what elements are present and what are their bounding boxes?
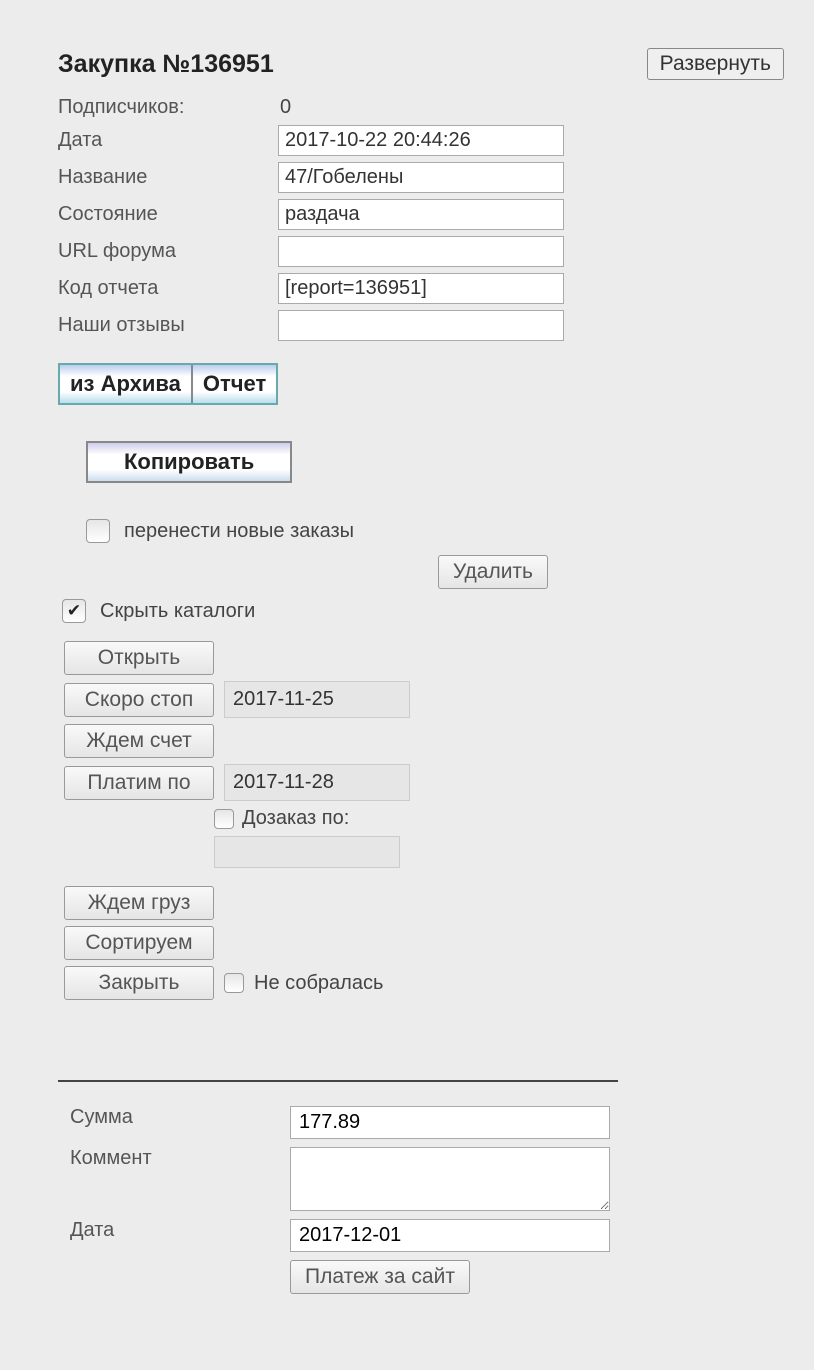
report-code-input[interactable] xyxy=(278,273,564,304)
divider xyxy=(58,1080,618,1082)
payment-date-label: Дата xyxy=(70,1219,290,1242)
page-title: Закупка №136951 xyxy=(58,50,274,79)
toolbar: из Архива Отчет xyxy=(58,363,278,405)
wait-invoice-button[interactable]: Ждем счет xyxy=(64,724,214,758)
site-payment-button[interactable]: Платеж за сайт xyxy=(290,1260,470,1294)
transfer-label: перенести новые заказы xyxy=(124,520,354,543)
hide-catalogs-checkbox[interactable] xyxy=(62,599,86,623)
dozakaz-date xyxy=(214,836,400,868)
payment-date-input[interactable] xyxy=(290,1219,610,1252)
our-reviews-label: Наши отзывы xyxy=(58,314,278,337)
pay-by-date: 2017-11-28 xyxy=(224,764,410,801)
subscribers-label: Подписчиков: xyxy=(58,96,278,119)
wait-cargo-button[interactable]: Ждем груз xyxy=(64,886,214,920)
dozakaz-label: Дозаказ по: xyxy=(242,807,349,830)
report-code-label: Код отчета xyxy=(58,277,278,300)
copy-button[interactable]: Копировать xyxy=(86,441,292,483)
sorting-button[interactable]: Сортируем xyxy=(64,926,214,960)
soon-stop-date: 2017-11-25 xyxy=(224,681,410,718)
our-reviews-input[interactable] xyxy=(278,310,564,341)
date-label: Дата xyxy=(58,129,278,152)
open-button[interactable]: Открыть xyxy=(64,641,214,675)
comment-label: Коммент xyxy=(70,1147,290,1170)
dozakaz-checkbox[interactable] xyxy=(214,809,234,829)
comment-textarea[interactable] xyxy=(290,1147,610,1211)
not-gathered-label: Не собралась xyxy=(254,972,383,995)
state-input[interactable] xyxy=(278,199,564,230)
name-label: Название xyxy=(58,166,278,189)
delete-button[interactable]: Удалить xyxy=(438,555,548,589)
sum-input[interactable] xyxy=(290,1106,610,1139)
hide-catalogs-label: Скрыть каталоги xyxy=(100,600,255,623)
report-button[interactable]: Отчет xyxy=(193,365,276,403)
subscribers-value: 0 xyxy=(278,96,291,119)
state-label: Состояние xyxy=(58,203,278,226)
expand-button[interactable]: Развернуть xyxy=(647,48,784,80)
forum-url-label: URL форума xyxy=(58,240,278,263)
not-gathered-checkbox[interactable] xyxy=(224,973,244,993)
date-input[interactable] xyxy=(278,125,564,156)
soon-stop-button[interactable]: Скоро стоп xyxy=(64,683,214,717)
name-input[interactable] xyxy=(278,162,564,193)
sum-label: Сумма xyxy=(70,1106,290,1129)
from-archive-button[interactable]: из Архива xyxy=(60,365,193,403)
forum-url-input[interactable] xyxy=(278,236,564,267)
close-button[interactable]: Закрыть xyxy=(64,966,214,1000)
pay-by-button[interactable]: Платим по xyxy=(64,766,214,800)
transfer-checkbox[interactable] xyxy=(86,519,110,543)
